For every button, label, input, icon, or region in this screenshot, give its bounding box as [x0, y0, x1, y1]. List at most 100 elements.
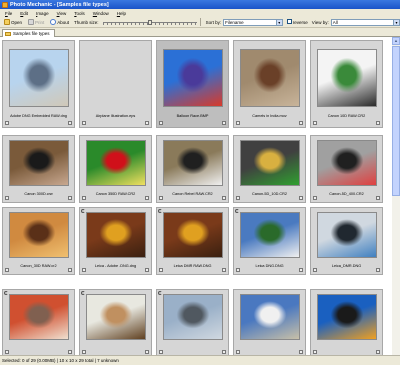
- thumbnail-image[interactable]: [240, 294, 300, 340]
- color-class-icon[interactable]: [222, 350, 226, 354]
- color-class-icon[interactable]: [68, 268, 72, 272]
- tag-checkbox-icon[interactable]: [82, 196, 86, 200]
- thumbnail-cell[interactable]: Canon 300D.crw: [2, 135, 75, 203]
- thumbnail-image[interactable]: [240, 140, 300, 186]
- color-class-icon[interactable]: [376, 196, 380, 200]
- tag-checkbox-icon[interactable]: [159, 350, 163, 354]
- thumbnail-cell[interactable]: Canon Rebel RAW.CR2: [156, 135, 229, 203]
- menu-edit[interactable]: Edit: [16, 11, 32, 16]
- sort-by-select[interactable]: Filename ▾: [223, 18, 283, 26]
- tag-checkbox-icon[interactable]: [313, 350, 317, 354]
- tab-samples-file-types[interactable]: Samples file types: [2, 29, 55, 37]
- about-button[interactable]: About: [47, 19, 72, 25]
- thumbnail-cell[interactable]: Balloon Race.BMP: [156, 40, 229, 128]
- reverse-checkbox[interactable]: reverse: [285, 19, 310, 25]
- thumbnail-image[interactable]: [240, 49, 300, 107]
- color-class-icon[interactable]: [145, 121, 149, 125]
- rotate-icon[interactable]: [158, 209, 162, 213]
- thumbnail-cell[interactable]: Canon-5D_400.CR2: [310, 135, 383, 203]
- thumbnail-cell[interactable]: Leica DNG.DNG: [233, 207, 306, 275]
- color-class-icon[interactable]: [299, 196, 303, 200]
- tag-checkbox-icon[interactable]: [5, 350, 9, 354]
- thumbnail-image[interactable]: [9, 49, 69, 107]
- thumbnail-image[interactable]: [163, 294, 223, 340]
- tag-checkbox-icon[interactable]: [236, 196, 240, 200]
- tag-checkbox-icon[interactable]: [236, 121, 240, 125]
- thumbnail-cell[interactable]: Canon 350D RAW.CR2: [79, 135, 152, 203]
- tag-checkbox-icon[interactable]: [5, 268, 9, 272]
- thumbnail-image[interactable]: [163, 49, 223, 107]
- reverse-checkbox-box[interactable]: [286, 19, 292, 24]
- thumbnail-image[interactable]: [317, 49, 377, 107]
- thumbnail-image[interactable]: [86, 294, 146, 340]
- thumbnail-cell[interactable]: Leica DMR RAW.DNG: [156, 207, 229, 275]
- vertical-scrollbar[interactable]: ▲: [392, 37, 400, 355]
- thumbnail-image[interactable]: [9, 140, 69, 186]
- thumbnail-cell[interactable]: Canon_30D RAW.cr2: [2, 207, 75, 275]
- thumbnail-cell[interactable]: [79, 289, 152, 355]
- rotate-icon[interactable]: [158, 291, 162, 295]
- color-class-icon[interactable]: [299, 268, 303, 272]
- thumbnail-cell[interactable]: [2, 289, 75, 355]
- open-button[interactable]: Open: [1, 19, 25, 25]
- tag-checkbox-icon[interactable]: [82, 268, 86, 272]
- tag-checkbox-icon[interactable]: [159, 121, 163, 125]
- thumbnail-cell[interactable]: Canon-5D_10D.CR2: [233, 135, 306, 203]
- thumbnail-cell[interactable]: Airplane Illustration.eps: [79, 40, 152, 128]
- menu-window[interactable]: Window: [89, 11, 113, 16]
- scrollbar-thumb[interactable]: [392, 46, 400, 196]
- color-class-icon[interactable]: [376, 121, 380, 125]
- thumbnail-image[interactable]: [86, 212, 146, 258]
- tag-checkbox-icon[interactable]: [5, 196, 9, 200]
- color-class-icon[interactable]: [376, 350, 380, 354]
- rotate-icon[interactable]: [235, 209, 239, 213]
- tag-checkbox-icon[interactable]: [82, 121, 86, 125]
- thumbnail-cell[interactable]: Camels in India.mov: [233, 40, 306, 128]
- color-class-icon[interactable]: [299, 121, 303, 125]
- tag-checkbox-icon[interactable]: [313, 196, 317, 200]
- thumbnail-image[interactable]: [86, 140, 146, 186]
- thumbnail-image[interactable]: [9, 294, 69, 340]
- tag-checkbox-icon[interactable]: [5, 121, 9, 125]
- color-class-icon[interactable]: [145, 196, 149, 200]
- color-class-icon[interactable]: [299, 350, 303, 354]
- tag-checkbox-icon[interactable]: [236, 268, 240, 272]
- color-class-icon[interactable]: [376, 268, 380, 272]
- thumbnail-cell[interactable]: Leica - Adobe .DNG.dng: [79, 207, 152, 275]
- scroll-up-button[interactable]: ▲: [392, 37, 400, 45]
- thumbnail-image[interactable]: [317, 212, 377, 258]
- menu-help[interactable]: Help: [113, 11, 130, 16]
- tag-checkbox-icon[interactable]: [159, 196, 163, 200]
- thumbnail-image[interactable]: [240, 212, 300, 258]
- view-by-select[interactable]: All ▾: [330, 18, 400, 26]
- menu-image[interactable]: Image: [32, 11, 53, 16]
- tag-checkbox-icon[interactable]: [82, 350, 86, 354]
- tag-checkbox-icon[interactable]: [159, 268, 163, 272]
- color-class-icon[interactable]: [68, 121, 72, 125]
- thumbnail-cell[interactable]: [233, 289, 306, 355]
- thumbnail-cell[interactable]: Adobe DNG Embedded RAW.dng: [2, 40, 75, 128]
- thumbnail-cell[interactable]: Canon 10D RAW.CR2: [310, 40, 383, 128]
- thumbnail-image[interactable]: [163, 212, 223, 258]
- rotate-icon[interactable]: [81, 291, 85, 295]
- print-button[interactable]: Print: [25, 19, 47, 25]
- thumbnail-image[interactable]: [163, 140, 223, 186]
- menu-tools[interactable]: Tools: [70, 11, 89, 16]
- thumbnail-image[interactable]: [317, 294, 377, 340]
- rotate-icon[interactable]: [4, 291, 8, 295]
- tag-checkbox-icon[interactable]: [236, 350, 240, 354]
- thumbnail-cell[interactable]: [310, 289, 383, 355]
- rotate-icon[interactable]: [81, 209, 85, 213]
- color-class-icon[interactable]: [145, 268, 149, 272]
- menu-view[interactable]: View: [53, 11, 71, 16]
- color-class-icon[interactable]: [68, 350, 72, 354]
- menu-file[interactable]: File: [1, 11, 16, 16]
- thumbnail-cell[interactable]: Leica_DMR.DNG: [310, 207, 383, 275]
- tag-checkbox-icon[interactable]: [313, 268, 317, 272]
- tag-checkbox-icon[interactable]: [313, 121, 317, 125]
- thumbnail-cell[interactable]: [156, 289, 229, 355]
- color-class-icon[interactable]: [222, 196, 226, 200]
- color-class-icon[interactable]: [68, 196, 72, 200]
- color-class-icon[interactable]: [222, 121, 226, 125]
- thumbnail-image[interactable]: [9, 212, 69, 258]
